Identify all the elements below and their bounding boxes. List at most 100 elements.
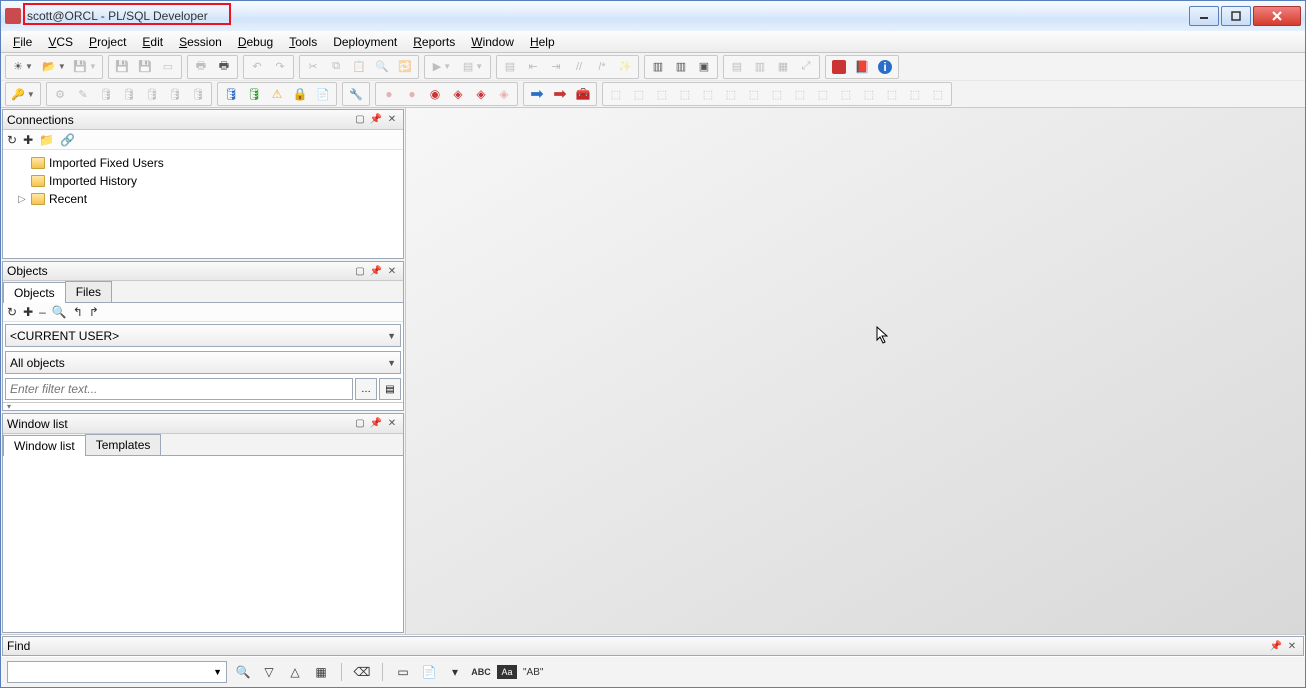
panel-pin-icon[interactable]: 📌 (369, 114, 383, 125)
menu-debug[interactable]: Debug (232, 33, 279, 51)
save-button[interactable]: 💾▼ (70, 57, 100, 77)
step12-button[interactable]: ⬚ (858, 84, 880, 104)
wrench-button[interactable]: 🔧 (345, 84, 367, 104)
tab-objects[interactable]: Objects (3, 282, 66, 303)
menu-session[interactable]: Session (173, 33, 228, 51)
filter-input[interactable] (5, 378, 353, 400)
menu-project[interactable]: Project (83, 33, 132, 51)
bp-prev-button[interactable]: ◈ (447, 84, 469, 104)
tab-windowlist[interactable]: Window list (3, 435, 86, 456)
step11-button[interactable]: ⬚ (835, 84, 857, 104)
tree-item[interactable]: ▷Recent (7, 190, 399, 208)
panel-restore-icon[interactable]: ▢ (353, 266, 367, 277)
bp-toggle-button[interactable]: ◉ (424, 84, 446, 104)
find-doc-icon[interactable]: 📄 (419, 665, 439, 679)
print-setup-button[interactable]: 🖶 (213, 57, 235, 77)
step15-button[interactable]: ⬚ (927, 84, 949, 104)
step14-button[interactable]: ⬚ (904, 84, 926, 104)
step4-button[interactable]: ⬚ (674, 84, 696, 104)
tree-item[interactable]: Imported Fixed Users (7, 154, 399, 172)
find-input[interactable]: ▼ (7, 661, 227, 683)
layout-tile-v-button[interactable]: ▥ (749, 57, 771, 77)
find-case-icon[interactable]: Aa (497, 665, 517, 679)
search-icon[interactable]: 🔍 (52, 305, 67, 319)
replace-button[interactable]: 🔁 (394, 57, 416, 77)
bp-list-button[interactable]: ◈ (470, 84, 492, 104)
print-button[interactable]: 🖶 (190, 57, 212, 77)
panel-restore-icon[interactable]: ▢ (353, 418, 367, 429)
db-blue-button[interactable]: 🛢 (220, 84, 242, 104)
step13-button[interactable]: ⬚ (881, 84, 903, 104)
link-icon[interactable]: 🔗 (60, 133, 75, 147)
nav-back-icon[interactable]: ↰ (73, 305, 83, 319)
user-combo[interactable]: <CURRENT USER> ▼ (5, 324, 401, 347)
tree-item[interactable]: Imported History (7, 172, 399, 190)
cut-button[interactable]: ✂ (302, 57, 324, 77)
panel-restore-icon[interactable]: ▢ (353, 114, 367, 125)
save-all-button[interactable]: 💾 (134, 57, 156, 77)
tab-templates[interactable]: Templates (85, 434, 162, 455)
find-regex-icon[interactable]: "AB" (523, 667, 543, 678)
script-button[interactable]: 📄 (312, 84, 334, 104)
menu-help[interactable]: Help (524, 33, 561, 51)
layout-fit-button[interactable]: ⤢ (795, 57, 817, 77)
db3-button[interactable]: 🛢 (141, 84, 163, 104)
db5-button[interactable]: 🛢 (187, 84, 209, 104)
layout-cascade-button[interactable]: ▦ (772, 57, 794, 77)
find-next-icon[interactable]: ▽ (259, 665, 279, 679)
explain-button[interactable]: ▤▼ (458, 57, 488, 77)
find-go-icon[interactable]: 🔍 (233, 665, 253, 679)
find-highlight-icon[interactable]: ▦ (311, 665, 331, 679)
find-dropdown-icon[interactable]: ▾ (445, 665, 465, 679)
refresh-icon[interactable]: ↻ (7, 133, 17, 147)
nav-fwd-icon[interactable]: ↱ (89, 305, 99, 319)
panel-pin-icon[interactable]: 📌 (369, 418, 383, 429)
add-icon[interactable]: ✚ (23, 133, 33, 147)
find-prev-icon[interactable]: △ (285, 665, 305, 679)
filter-apply-button[interactable]: ▤ (379, 378, 401, 400)
bp1-button[interactable]: ● (378, 84, 400, 104)
maximize-button[interactable] (1221, 6, 1251, 26)
indent-button[interactable]: ⇥ (545, 57, 567, 77)
key-button[interactable]: 🔑▼ (8, 84, 38, 104)
panel-pin-icon[interactable]: 📌 (369, 266, 383, 277)
step3-button[interactable]: ⬚ (651, 84, 673, 104)
db-green-button[interactable]: 🛢 (243, 84, 265, 104)
step7-button[interactable]: ⬚ (743, 84, 765, 104)
save-single-button[interactable]: 💾 (111, 57, 133, 77)
step2-button[interactable]: ⬚ (628, 84, 650, 104)
layout-tile-h-button[interactable]: ▤ (726, 57, 748, 77)
warn-button[interactable]: ⚠ (266, 84, 288, 104)
outdent-button[interactable]: ⇤ (522, 57, 544, 77)
test-window-button[interactable]: ▥ (670, 57, 692, 77)
find-window-icon[interactable]: ▭ (393, 665, 413, 679)
minus-icon[interactable]: – (39, 305, 46, 319)
oracle-button[interactable] (828, 57, 850, 77)
bp-clear-button[interactable]: ◈ (493, 84, 515, 104)
beautify-button[interactable]: ✨ (614, 57, 636, 77)
step9-button[interactable]: ⬚ (789, 84, 811, 104)
expand-icon[interactable]: ▷ (17, 194, 27, 205)
comment-button[interactable]: // (568, 57, 590, 77)
menu-window[interactable]: Window (465, 33, 520, 51)
step1-button[interactable]: ⬚ (605, 84, 627, 104)
step8-button[interactable]: ⬚ (766, 84, 788, 104)
undo-button[interactable]: ↶ (246, 57, 268, 77)
info-button[interactable]: i (874, 57, 896, 77)
lock-button[interactable]: 🔒 (289, 84, 311, 104)
panel-close-icon[interactable]: ✕ (385, 418, 399, 429)
bp2-button[interactable]: ● (401, 84, 423, 104)
new-button[interactable]: ☀▼ (8, 57, 38, 77)
menu-reports[interactable]: Reports (407, 33, 461, 51)
panel-pin-icon[interactable]: 📌 (1269, 641, 1283, 652)
command-window-button[interactable]: ▣ (693, 57, 715, 77)
pdf-button[interactable]: 📕 (851, 57, 873, 77)
panel-close-icon[interactable]: ✕ (1285, 641, 1299, 652)
folder-icon[interactable]: 📁 (39, 133, 54, 147)
menu-edit[interactable]: Edit (136, 33, 169, 51)
close-button[interactable] (1253, 6, 1301, 26)
filter-browse-button[interactable]: … (355, 378, 377, 400)
menu-file[interactable]: File (7, 33, 38, 51)
paste-button[interactable]: 📋 (348, 57, 370, 77)
copy-button[interactable]: ⧉ (325, 57, 347, 77)
